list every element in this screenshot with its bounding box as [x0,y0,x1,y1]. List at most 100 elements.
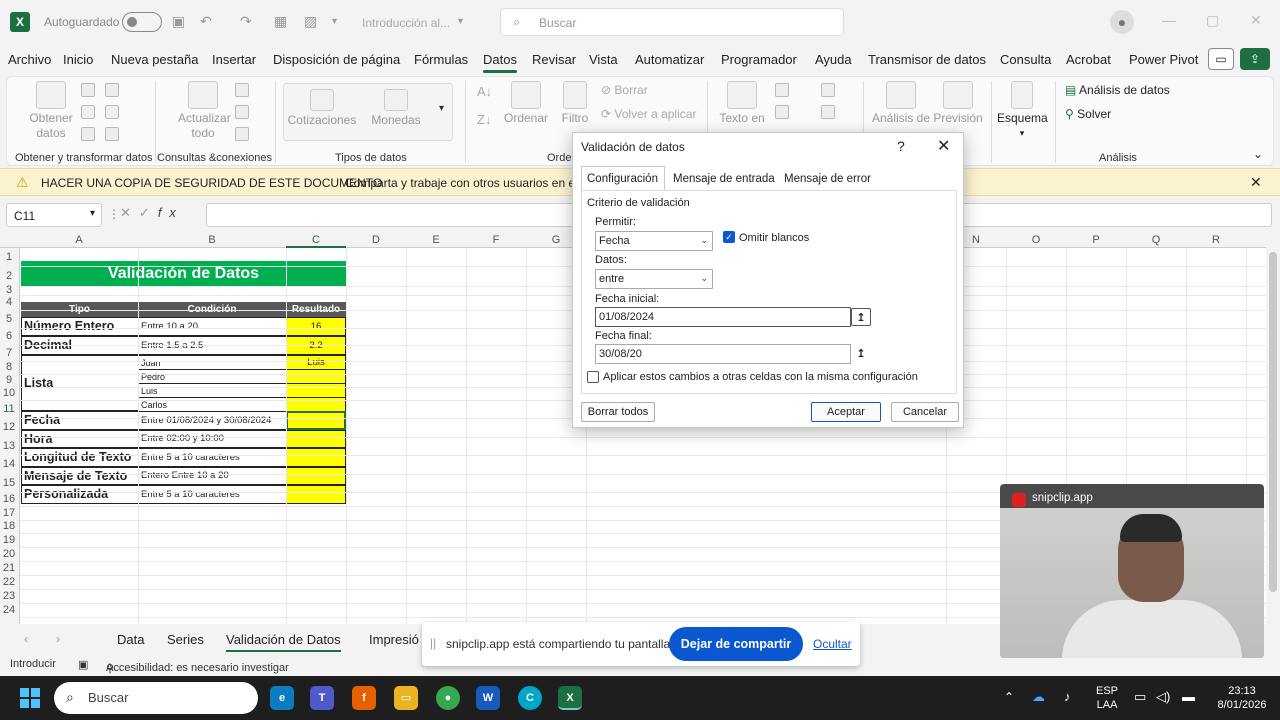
cell-resultado[interactable] [286,369,346,384]
scroll-thumb[interactable] [1269,252,1277,592]
tab-vista[interactable]: Vista [589,52,618,67]
cell-list-item[interactable]: Pedro [138,369,287,384]
relationships-icon[interactable] [821,105,835,119]
row-header[interactable]: 19 [0,533,18,547]
col-header[interactable]: B [138,234,286,246]
cell-condicion[interactable]: Entre 01/08/2024 y 30/08/2024 [138,411,287,430]
fecha-inicial-input[interactable]: 01/08/2024 [595,307,851,327]
col-header[interactable]: E [406,234,466,246]
tab-nueva-pestana[interactable]: Nueva pestaña [111,52,198,67]
cell-tipo[interactable]: Personalizada [21,485,139,504]
tab-disposicion[interactable]: Disposición de página [273,52,400,67]
chrome-icon[interactable]: ● [436,686,460,710]
esquema-button[interactable]: Esquema ▾ [997,81,1048,141]
existing-connections-icon[interactable] [105,105,119,119]
autosave-toggle[interactable] [122,12,162,32]
customize-chevron-icon[interactable]: ▾ [332,16,337,27]
sheet-tab-impresion[interactable]: Impresió [369,632,419,647]
omitir-blancos-checkbox[interactable]: ✓ [723,231,735,243]
ordenar-button[interactable]: Ordenar [501,81,551,126]
minimize-icon[interactable]: — [1162,12,1176,28]
row-header[interactable]: 15 [0,474,18,492]
solver-button[interactable]: ⚲ Solver [1065,107,1111,121]
fecha-final-input[interactable]: 30/08/20 [595,344,851,364]
apply-all-label[interactable]: Aplicar estos cambios a otras celdas con… [603,371,918,383]
tab-formulas[interactable]: Fórmulas [414,52,468,67]
start-button[interactable] [20,688,40,708]
file-explorer-icon[interactable]: ▭ [394,686,418,710]
comment-button[interactable]: ▭ [1208,48,1234,70]
col-header[interactable]: Q [1126,234,1186,246]
row-header[interactable]: 9 [0,374,18,387]
vertical-scrollbar[interactable] [1266,232,1280,624]
from-table-icon[interactable] [81,127,95,141]
accept-button[interactable]: Aceptar [811,402,881,422]
queries-icon[interactable] [235,83,249,97]
cell-resultado[interactable] [286,411,346,430]
apply-all-checkbox[interactable] [587,371,599,383]
hide-link[interactable]: Ocultar [813,637,852,651]
permitir-select[interactable]: Fecha ⌄ [595,231,713,251]
datos-select[interactable]: entre ⌄ [595,269,713,289]
col-header[interactable]: F [466,234,526,246]
microphone-icon[interactable]: ♪ [1064,689,1071,704]
analisis-datos-button[interactable]: ▤ Análisis de datos [1065,83,1170,97]
firefox-icon[interactable]: f [352,686,376,710]
cell-resultado[interactable]: Luis [286,355,346,370]
omitir-blancos-label[interactable]: Omitir blancos [739,232,809,244]
row-header[interactable]: 7 [0,345,18,361]
recent-sources-icon[interactable] [105,83,119,97]
clear-all-button[interactable]: Borrar todos [581,402,655,422]
edit-links-icon[interactable] [235,127,249,141]
cell-resultado[interactable] [286,430,346,448]
sheet-tab-series[interactable]: Series [167,632,204,647]
col-header[interactable]: O [1006,234,1066,246]
name-box-chevron-icon[interactable]: ▾ [90,208,95,219]
teams-icon[interactable]: T [310,686,334,710]
from-web-icon[interactable] [81,105,95,119]
col-header[interactable]: P [1066,234,1126,246]
tab-insertar[interactable]: Insertar [212,52,256,67]
row-header[interactable]: 5 [0,310,18,328]
flash-fill-icon[interactable] [775,83,789,97]
drag-handle-icon[interactable]: || [430,636,436,650]
cell-list-item[interactable]: Luis [138,383,287,398]
sort-asc-icon[interactable]: A↓ Z↓ [477,85,492,127]
battery-icon[interactable]: ▬ [1182,689,1195,704]
volume-icon[interactable]: ◁) [1156,689,1170,705]
macro-record-icon[interactable]: ▣ [78,658,88,671]
row-header[interactable]: 2 [0,266,18,286]
redo-icon[interactable]: ↷ [240,13,252,30]
tab-transmisor[interactable]: Transmisor de datos [868,52,986,67]
table-icon[interactable]: ▦ [274,13,287,30]
next-sheet-icon[interactable]: › [56,632,60,646]
cell-condicion[interactable]: Entre 10 a 20 [138,317,287,336]
obtener-datos-button[interactable]: Obtener datos [21,81,81,141]
tab-configuracion[interactable]: Configuración [587,173,658,185]
collapse-ref-icon[interactable]: ↥ [851,308,871,326]
table-title[interactable]: Validación de Datos [21,261,346,287]
word-icon[interactable]: W [476,686,500,710]
excel-taskbar-icon[interactable]: X [558,686,582,710]
tab-acrobat[interactable]: Acrobat [1066,52,1111,67]
cell-tipo[interactable]: Lista [21,355,139,411]
tab-datos[interactable]: Datos [483,52,517,73]
remove-duplicates-icon[interactable] [775,105,789,119]
volver-aplicar-button[interactable]: ⟳ Volver a aplicar [601,107,696,121]
cell-tipo[interactable]: Fecha [21,411,139,430]
row-header[interactable]: 3 [0,285,18,296]
col-header[interactable]: A [20,234,138,246]
name-box[interactable]: C11 ▾ [6,203,102,227]
row-header[interactable]: 13 [0,437,18,455]
fx-icon[interactable]: fx [158,205,184,220]
cotizaciones-button[interactable]: Cotizaciones [287,89,357,128]
undo-icon[interactable]: ↶ [200,13,212,30]
help-icon[interactable]: ? [897,138,905,154]
consolidate-icon[interactable] [821,83,835,97]
from-text-icon[interactable] [81,83,95,97]
language-indicator[interactable]: ESP LAA [1096,684,1118,712]
cancel-icon[interactable]: ✕ [120,205,139,220]
row-header[interactable]: 8 [0,361,18,374]
clock[interactable]: 23:13 8/01/2026 [1212,684,1272,712]
cell-resultado[interactable] [286,485,346,504]
